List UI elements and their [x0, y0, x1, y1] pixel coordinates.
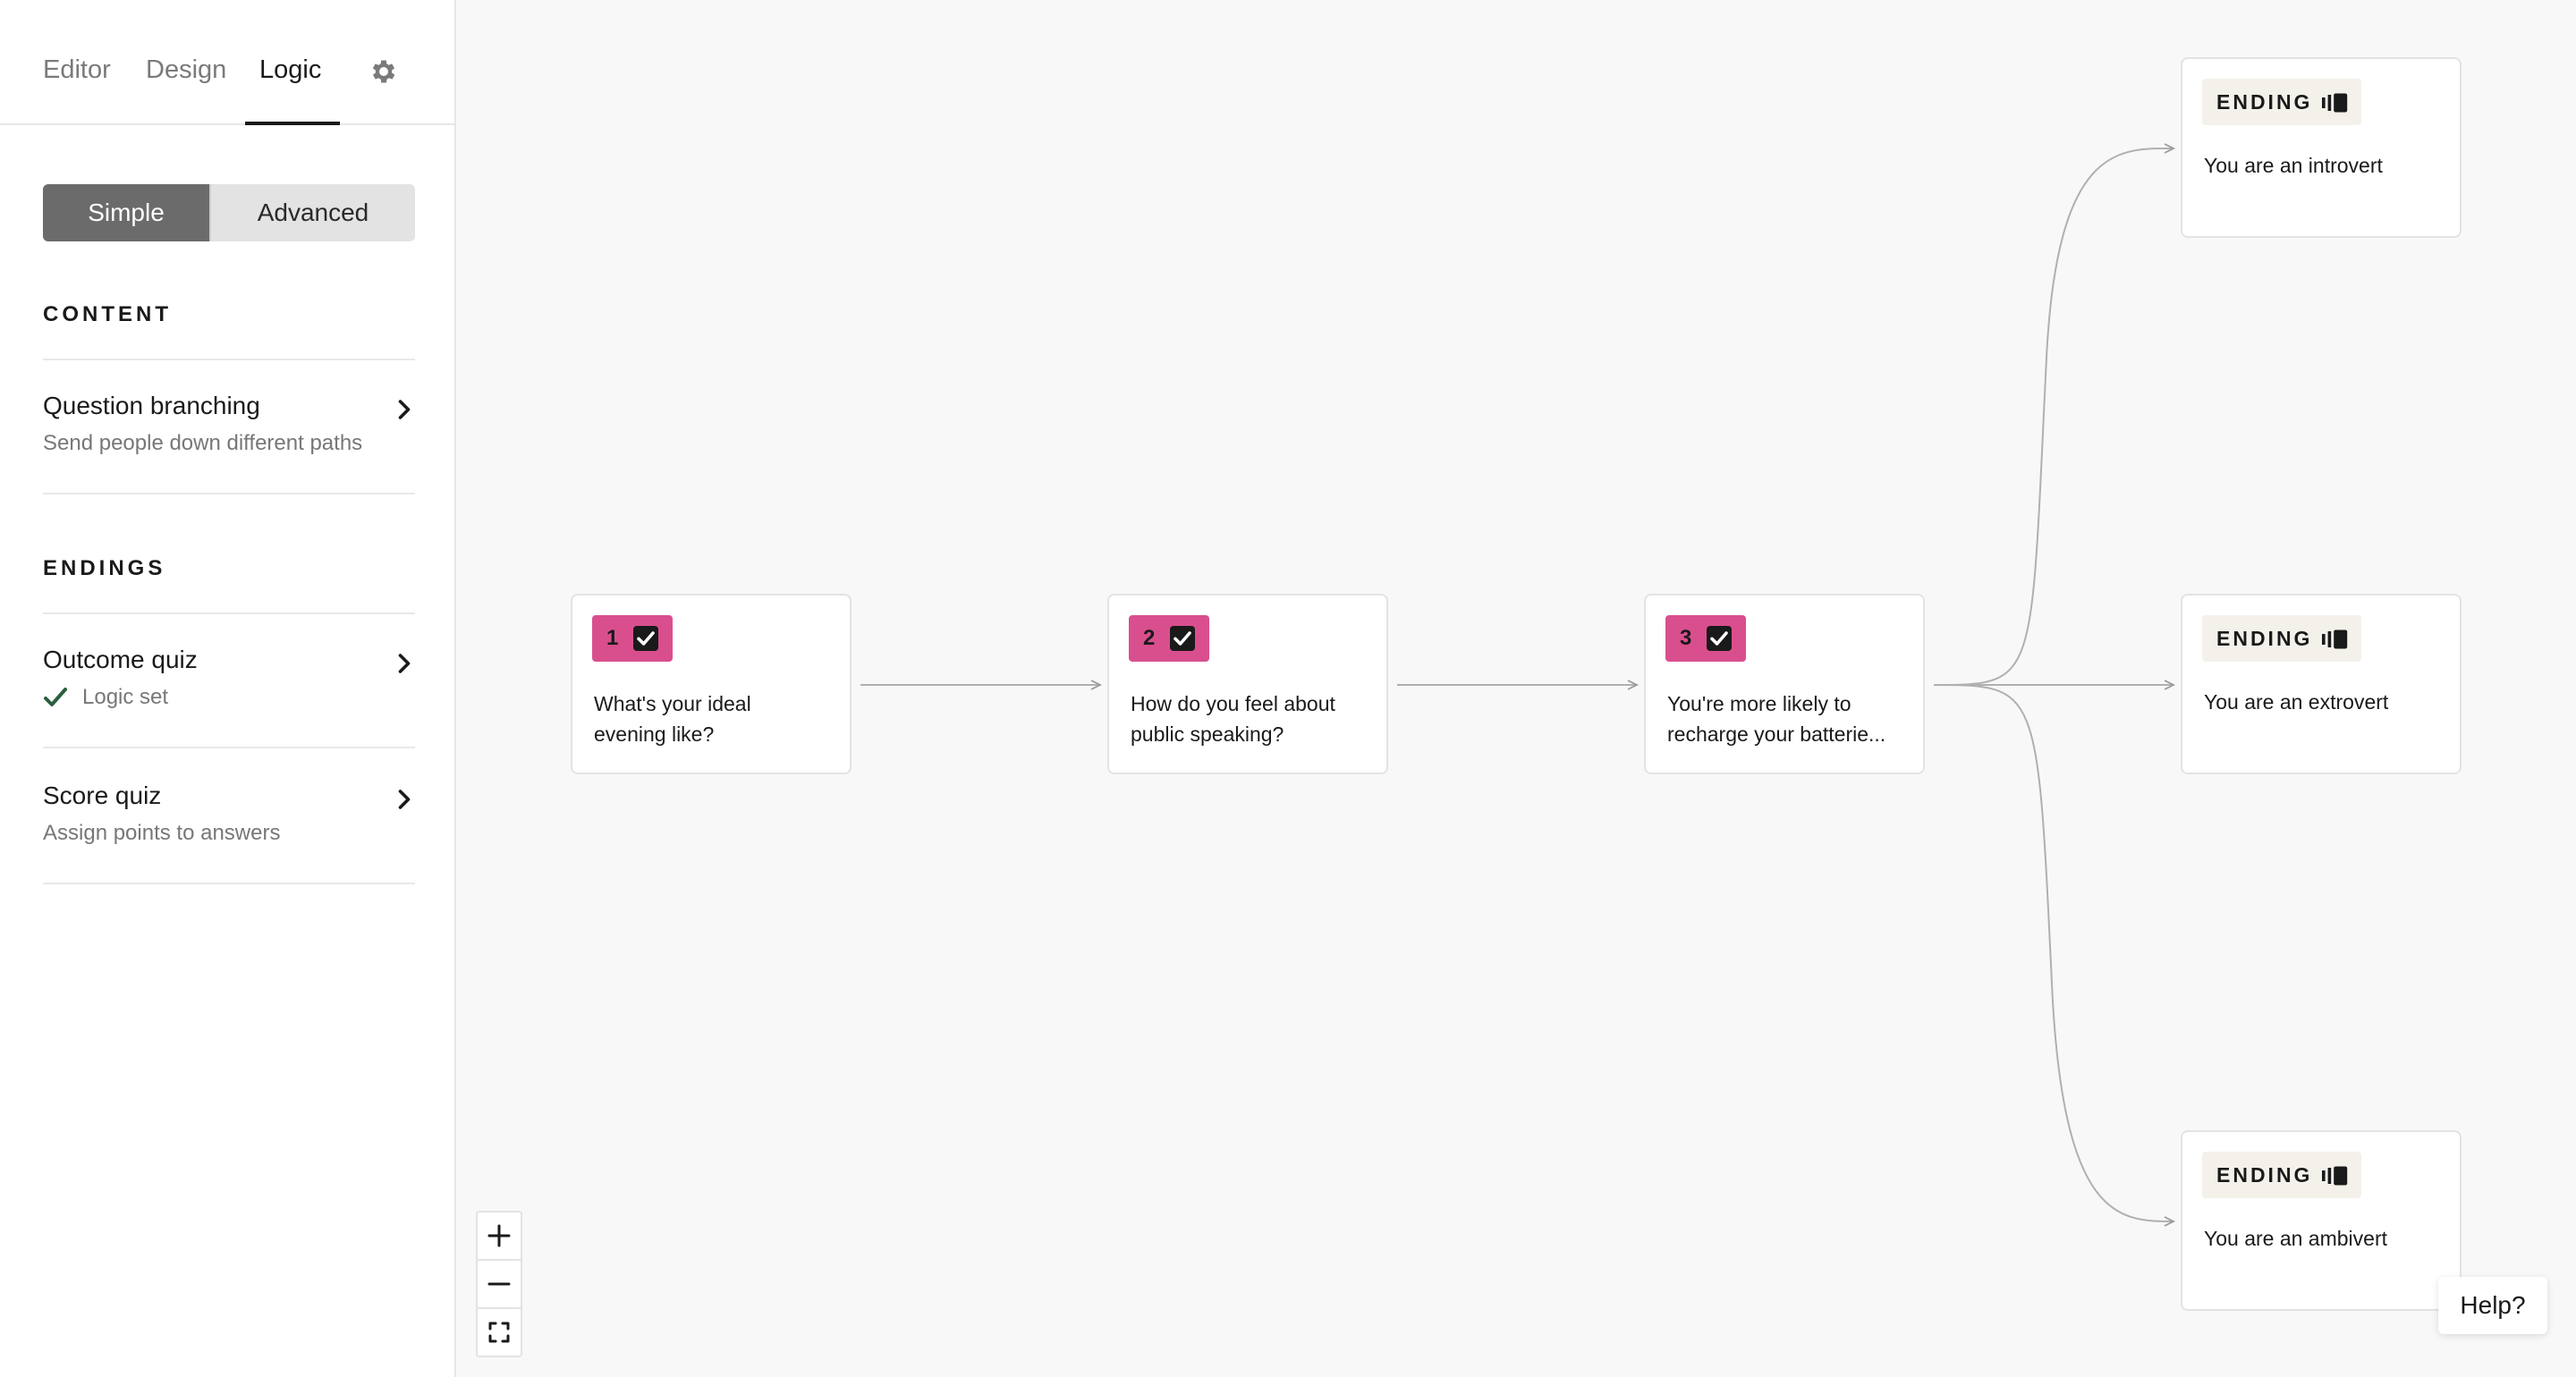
tab-logic[interactable]: Logic: [259, 55, 321, 85]
ending-text: You are an introvert: [2204, 154, 2383, 177]
divider: [43, 883, 415, 884]
checkbox-icon: [1707, 626, 1732, 651]
question-text-line: recharge your batterie...: [1667, 722, 1886, 746]
ending-icon: [2322, 1166, 2348, 1186]
question-number: 1: [606, 626, 619, 650]
ending-node-introvert[interactable]: ENDING You are an introvert: [2181, 57, 2462, 238]
chevron-right-icon: [398, 400, 411, 419]
checkbox-icon: [633, 626, 658, 651]
ending-label: ENDING: [2216, 1163, 2313, 1187]
simple-mode-button[interactable]: Simple: [43, 184, 209, 241]
zoom-out-button[interactable]: [478, 1261, 521, 1307]
check-icon: [44, 688, 67, 706]
logic-sidebar: Editor Design Logic Simple Advanced CONT…: [0, 0, 456, 1377]
ending-icon: [2322, 93, 2348, 113]
question-text: You're more likely to recharge your batt…: [1667, 688, 1909, 749]
ending-text: You are an ambivert: [2204, 1227, 2388, 1250]
zoom-in-button[interactable]: [478, 1212, 521, 1259]
score-quiz-item[interactable]: Score quiz Assign points to answers: [43, 781, 415, 846]
menu-item-subtitle: Send people down different paths: [43, 431, 415, 456]
content-section-title: CONTENT: [43, 302, 172, 326]
menu-item-title: Outcome quiz: [43, 646, 198, 673]
active-tab-indicator: [245, 122, 340, 125]
question-node-3[interactable]: 3 You're more likely to recharge your ba…: [1644, 594, 1925, 774]
question-number: 2: [1143, 626, 1156, 650]
menu-item-status: Logic set: [43, 685, 415, 710]
menu-item-title: Question branching: [43, 392, 260, 419]
question-number: 3: [1680, 626, 1692, 650]
question-node-1[interactable]: 1 What's your ideal evening like?: [571, 594, 852, 774]
logic-flow-canvas[interactable]: 1 What's your ideal evening like? 2 How …: [456, 0, 2576, 1377]
ending-badge: ENDING: [2202, 1152, 2361, 1198]
checkbox-icon: [1170, 626, 1195, 651]
ending-node-ambivert[interactable]: ENDING You are an ambivert: [2181, 1130, 2462, 1311]
ending-icon: [2322, 629, 2348, 649]
fullscreen-icon: [488, 1322, 510, 1343]
question-text-line: You're more likely to: [1667, 692, 1852, 715]
chevron-right-icon: [398, 790, 411, 809]
question-badge: 3: [1665, 615, 1746, 662]
menu-item-subtitle-text: Send people down different paths: [43, 431, 363, 455]
logic-mode-toggle: Simple Advanced: [43, 184, 415, 241]
help-button[interactable]: Help?: [2438, 1277, 2547, 1334]
advanced-mode-button[interactable]: Advanced: [209, 184, 415, 241]
endings-section-title: ENDINGS: [43, 556, 166, 580]
plus-icon: [487, 1224, 511, 1247]
ending-text: You are an extrovert: [2204, 690, 2389, 714]
question-node-2[interactable]: 2 How do you feel about public speaking?: [1107, 594, 1388, 774]
question-text-line: evening like?: [594, 722, 715, 746]
logic-set-label: Logic set: [82, 685, 169, 709]
question-text: How do you feel about public speaking?: [1131, 688, 1372, 749]
minus-icon: [487, 1282, 511, 1286]
divider: [43, 747, 415, 748]
fit-view-button[interactable]: [478, 1309, 521, 1356]
divider: [43, 493, 415, 494]
tab-editor[interactable]: Editor: [43, 55, 111, 85]
tab-design[interactable]: Design: [146, 55, 226, 85]
gear-icon[interactable]: [369, 56, 399, 87]
question-branching-item[interactable]: Question branching Send people down diff…: [43, 392, 415, 456]
edge-q3-introvert: [1933, 148, 2174, 686]
edge-q3-ambivert: [1933, 684, 2174, 1221]
question-text: What's your ideal evening like?: [594, 688, 835, 749]
outcome-quiz-item[interactable]: Outcome quiz Logic set: [43, 646, 415, 710]
question-text-line: public speaking?: [1131, 722, 1284, 746]
question-text-line: How do you feel about: [1131, 692, 1335, 715]
question-badge: 1: [592, 615, 673, 662]
question-badge: 2: [1129, 615, 1209, 662]
menu-item-subtitle-text: Assign points to answers: [43, 821, 281, 845]
question-text-line: What's your ideal: [594, 692, 751, 715]
menu-item-subtitle: Assign points to answers: [43, 821, 415, 846]
divider: [43, 359, 415, 360]
ending-badge: ENDING: [2202, 615, 2361, 662]
tab-bar: Editor Design Logic: [0, 0, 456, 125]
zoom-controls: [476, 1211, 522, 1357]
divider: [43, 612, 415, 614]
ending-label: ENDING: [2216, 627, 2313, 650]
ending-badge: ENDING: [2202, 79, 2361, 125]
ending-node-extrovert[interactable]: ENDING You are an extrovert: [2181, 594, 2462, 774]
ending-label: ENDING: [2216, 90, 2313, 114]
menu-item-title: Score quiz: [43, 781, 162, 809]
chevron-right-icon: [398, 654, 411, 673]
